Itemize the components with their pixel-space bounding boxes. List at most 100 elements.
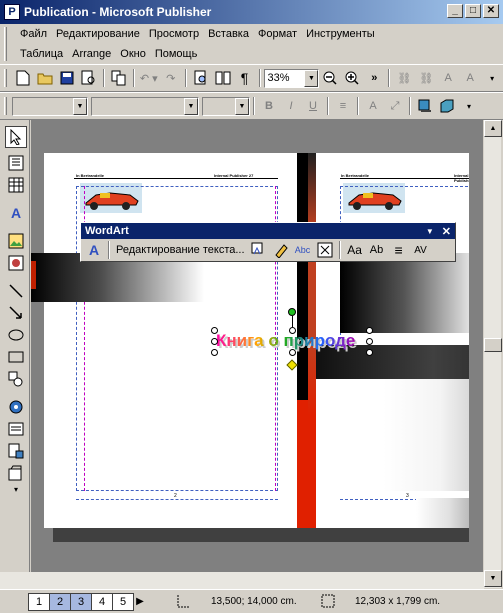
toolbar-grip[interactable] xyxy=(4,69,7,87)
scroll-up-icon[interactable]: ▲ xyxy=(484,120,502,137)
oval-icon[interactable] xyxy=(5,324,27,346)
menu-file[interactable]: Файл xyxy=(20,28,56,40)
search-icon[interactable] xyxy=(78,67,100,89)
scroll-down-icon[interactable]: ▼ xyxy=(484,570,502,587)
selection-handle[interactable] xyxy=(211,338,218,345)
zoom-select[interactable]: 33% ▼ xyxy=(263,68,320,88)
menu-insert[interactable]: Вставка xyxy=(208,28,258,40)
text-wrapping-icon[interactable] xyxy=(314,240,336,260)
rotate-handle[interactable] xyxy=(288,308,296,316)
chevron-down-icon[interactable]: ▾ xyxy=(481,67,503,89)
page-tab-5[interactable]: 5 xyxy=(112,592,134,611)
font-size-select[interactable]: ▼ xyxy=(202,96,250,116)
insert-wordart-icon[interactable]: A xyxy=(83,240,105,260)
font-select[interactable]: ▼ xyxy=(91,96,199,116)
close-icon[interactable]: ✕ xyxy=(442,225,451,238)
menu-tools[interactable]: Инструменты xyxy=(306,28,384,40)
same-letter-heights-icon[interactable]: Aa xyxy=(344,240,366,260)
wordart-shape-icon[interactable]: Abc xyxy=(292,240,314,260)
overflow-icon[interactable]: » xyxy=(363,67,385,89)
selection-handle[interactable] xyxy=(211,349,218,356)
text-box-icon[interactable] xyxy=(5,152,27,174)
menu-help[interactable]: Помощь xyxy=(155,48,207,60)
selection-handle[interactable] xyxy=(289,349,296,356)
chevron-down-icon[interactable]: ▾ xyxy=(458,95,480,117)
underline-button[interactable]: U xyxy=(302,95,324,117)
selection-handle[interactable] xyxy=(289,327,296,334)
clip-art-icon[interactable] xyxy=(5,252,27,274)
selection-handle[interactable] xyxy=(211,327,218,334)
arrow-icon[interactable] xyxy=(5,302,27,324)
toolbar-grip[interactable] xyxy=(4,97,7,115)
open-icon[interactable] xyxy=(34,67,56,89)
italic-button[interactable]: I xyxy=(280,95,302,117)
edit-text-button[interactable]: Редактирование текста... xyxy=(113,240,248,260)
undo-icon[interactable]: ↶ ▾ xyxy=(138,67,160,89)
line-icon[interactable] xyxy=(5,280,27,302)
play-icon[interactable]: ▶ xyxy=(133,596,147,607)
design-gallery-icon[interactable] xyxy=(5,462,27,484)
text-style-icon[interactable]: A xyxy=(437,67,459,89)
chevron-down-icon[interactable]: ▼ xyxy=(304,69,319,87)
page-tab-1[interactable]: 1 xyxy=(28,592,50,611)
text-color-icon[interactable]: A xyxy=(362,95,384,117)
hot-spot-icon[interactable] xyxy=(5,396,27,418)
chevron-down-icon[interactable]: ▾ xyxy=(5,484,27,494)
wordart-icon[interactable]: A xyxy=(5,202,27,224)
print-preview-icon[interactable] xyxy=(190,67,212,89)
close-button[interactable]: ✕ xyxy=(483,4,499,18)
scroll-thumb[interactable] xyxy=(484,338,502,352)
menubar-grip[interactable] xyxy=(4,27,7,61)
format-wordart-icon[interactable] xyxy=(270,240,292,260)
pilcrow-icon[interactable]: ¶ xyxy=(234,67,256,89)
wordart-gallery-icon[interactable] xyxy=(248,240,270,260)
copy-icon[interactable] xyxy=(108,67,130,89)
menu-edit[interactable]: Редактирование xyxy=(56,28,149,40)
selection-handle[interactable] xyxy=(366,327,373,334)
menu-arrange[interactable]: Arrange xyxy=(72,48,120,60)
form-control-icon[interactable] xyxy=(5,418,27,440)
left-header-right: Internal Publisher 27 xyxy=(214,173,254,178)
autoshapes-icon[interactable] xyxy=(5,368,27,390)
menu-view[interactable]: Просмотр xyxy=(149,28,208,40)
bold-button[interactable]: B xyxy=(258,95,280,117)
rectangle-icon[interactable] xyxy=(5,346,27,368)
3d-icon[interactable] xyxy=(436,95,458,117)
selection-handle[interactable] xyxy=(366,349,373,356)
character-spacing-icon[interactable]: AV xyxy=(410,240,432,260)
page-tab-4[interactable]: 4 xyxy=(91,592,113,611)
horizontal-scrollbar[interactable] xyxy=(0,572,484,589)
unlink-icon[interactable]: ⛓ xyxy=(415,67,437,89)
pointer-icon[interactable] xyxy=(5,126,27,148)
page-tab-3[interactable]: 3 xyxy=(70,592,92,611)
align-icon[interactable]: ≡ xyxy=(332,95,354,117)
chevron-down-icon[interactable]: ▼ xyxy=(426,227,434,236)
zoom-in-icon[interactable] xyxy=(341,67,363,89)
expand-icon[interactable]: ⤢ xyxy=(384,95,406,117)
alignment-icon[interactable]: ≡ xyxy=(388,240,410,260)
html-fragment-icon[interactable] xyxy=(5,440,27,462)
zoom-out-icon[interactable] xyxy=(319,67,341,89)
text-flow-icon[interactable]: A xyxy=(459,67,481,89)
shadow-icon[interactable] xyxy=(414,95,436,117)
menu-window[interactable]: Окно xyxy=(120,48,155,60)
selection-handle[interactable] xyxy=(366,338,373,345)
hyperlink-icon[interactable]: ⛓ xyxy=(393,67,415,89)
wordart-toolbar-titlebar[interactable]: WordArt ▼ ✕ xyxy=(81,223,455,239)
vertical-scrollbar[interactable]: ▲ ▼ xyxy=(483,120,502,588)
page-tab-2[interactable]: 2 xyxy=(49,592,71,611)
menu-table[interactable]: Таблица xyxy=(20,48,72,60)
objects-toolbar: A ▾ xyxy=(0,120,30,590)
minimize-button[interactable]: _ xyxy=(447,4,463,18)
vertical-text-icon[interactable]: Ab xyxy=(366,240,388,260)
picture-icon[interactable] xyxy=(5,230,27,252)
columns-icon[interactable] xyxy=(212,67,234,89)
table-icon[interactable] xyxy=(5,174,27,196)
style-select[interactable]: ▼ xyxy=(12,96,88,116)
redo-icon[interactable]: ↷ xyxy=(160,67,182,89)
maximize-button[interactable]: □ xyxy=(465,4,481,18)
save-icon[interactable] xyxy=(56,67,78,89)
new-icon[interactable] xyxy=(12,67,34,89)
publisher-icon[interactable]: P xyxy=(4,4,20,20)
menu-format[interactable]: Формат xyxy=(258,28,306,40)
